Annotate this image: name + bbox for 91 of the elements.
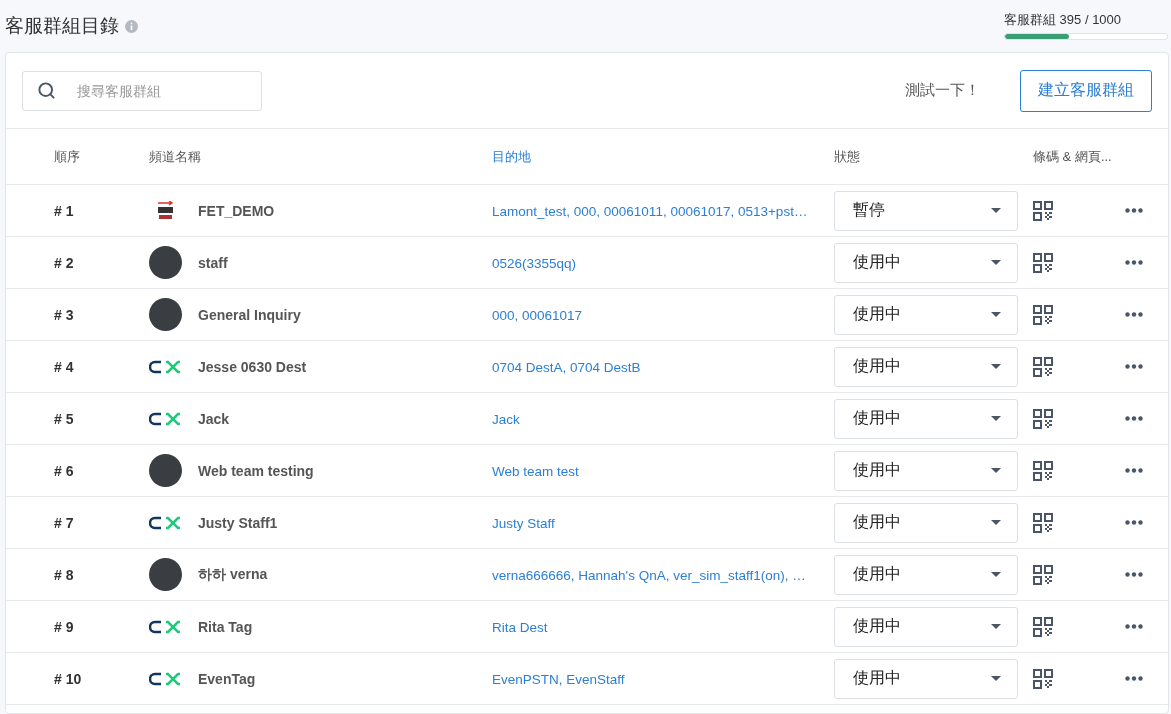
destination-link[interactable]: EvenPSTN, EvenStaff	[492, 671, 625, 687]
test-link[interactable]: 測試一下！	[905, 81, 980, 100]
order-number: # 7	[54, 514, 75, 531]
more-button[interactable]	[1125, 208, 1143, 213]
caret-icon	[991, 416, 1001, 421]
destination-link[interactable]: Justy Staff	[492, 515, 555, 531]
status-dropdown[interactable]: 使用中	[834, 554, 1018, 595]
order-number: # 9	[54, 618, 75, 635]
channel-name: Jesse 0630 Dest	[198, 358, 307, 375]
qr-code-button[interactable]	[1033, 512, 1053, 533]
caret-icon	[991, 260, 1001, 265]
order-number: # 4	[54, 358, 75, 375]
destination-link[interactable]: Web team test	[492, 463, 579, 479]
destination-link[interactable]: Jack	[492, 411, 520, 427]
channel-name: staff	[198, 254, 228, 271]
column-header[interactable]: 順序	[54, 147, 149, 166]
photo-placeholder	[149, 246, 182, 279]
destination-link[interactable]: Lamont_test, 000, 00061011, 00061017, 0513+pst…	[492, 203, 808, 219]
more-button[interactable]	[1125, 416, 1143, 421]
order-number: # 10	[54, 670, 83, 687]
qr-code-button[interactable]	[1033, 200, 1053, 221]
column-header[interactable]: 頻道名稱	[149, 147, 492, 166]
destination-link[interactable]: Rita Dest	[492, 619, 548, 635]
create-button[interactable]: 建立客服群組	[1020, 69, 1152, 112]
channel-name: General Inquiry	[198, 306, 301, 323]
qr-code-button[interactable]	[1033, 564, 1053, 585]
more-button[interactable]	[1125, 364, 1143, 369]
logo-icon	[149, 359, 182, 374]
channel-name: 하하 verna	[198, 565, 268, 584]
order-number: # 6	[54, 462, 75, 479]
logo-icon	[149, 515, 182, 530]
qr-code-button[interactable]	[1033, 252, 1053, 273]
column-header[interactable]: 條碼 & 網頁...	[1033, 147, 1125, 166]
caret-icon	[991, 208, 1001, 213]
qr-code-button[interactable]	[1033, 408, 1053, 429]
search-icon	[37, 80, 56, 100]
search-field[interactable]: 搜尋客服群組	[22, 70, 262, 111]
status-dropdown[interactable]: 使用中	[834, 450, 1018, 491]
more-button[interactable]	[1125, 572, 1143, 577]
qr-code-button[interactable]	[1033, 304, 1053, 325]
more-button[interactable]	[1125, 468, 1143, 473]
status-dropdown[interactable]: 使用中	[834, 398, 1018, 439]
photo-placeholder	[149, 454, 182, 487]
photo-placeholder	[149, 558, 182, 591]
order-number: # 5	[54, 410, 75, 427]
status-dropdown[interactable]: 使用中	[834, 502, 1018, 543]
status-dropdown[interactable]: 使用中	[834, 294, 1018, 335]
channel-name: Justy Staff1	[198, 514, 278, 531]
destination-link[interactable]: 0704 DestA, 0704 DestB	[492, 359, 641, 375]
caret-icon	[991, 624, 1001, 629]
column-header[interactable]: 狀態	[834, 147, 1033, 166]
more-button[interactable]	[1125, 676, 1143, 681]
logo-icon	[149, 411, 182, 426]
status-dropdown[interactable]: 使用中	[834, 346, 1018, 387]
page-title: 客服群組目錄	[5, 14, 119, 38]
qr-code-button[interactable]	[1033, 616, 1053, 637]
destination-link[interactable]: verna666666, Hannah's QnA, ver_sim_staff1(on), …	[492, 567, 806, 583]
logo-icon	[149, 671, 182, 686]
more-button[interactable]	[1125, 312, 1143, 317]
order-number: # 3	[54, 306, 75, 323]
more-button[interactable]	[1125, 520, 1143, 525]
caret-icon	[991, 364, 1001, 369]
quota-label: 客服群組 395 / 1000	[1004, 11, 1123, 29]
status-dropdown[interactable]: 暫停	[834, 190, 1018, 231]
photo-placeholder	[149, 298, 182, 331]
channel-name: Jack	[198, 410, 230, 427]
order-number: # 2	[54, 254, 75, 271]
destination-link[interactable]: 0526(3355qq)	[492, 255, 577, 271]
caret-icon	[991, 468, 1001, 473]
caret-icon	[991, 572, 1001, 577]
order-number: # 1	[54, 202, 75, 219]
qr-code-button[interactable]	[1033, 668, 1053, 689]
info-icon	[125, 19, 138, 33]
more-button[interactable]	[1125, 260, 1143, 265]
status-dropdown[interactable]: 使用中	[834, 658, 1018, 699]
qr-code-button[interactable]	[1033, 460, 1053, 481]
channel-name: Web team testing	[198, 462, 314, 479]
status-dropdown[interactable]: 使用中	[834, 242, 1018, 283]
channel-name: EvenTag	[198, 670, 256, 687]
destination-link[interactable]: 000, 00061017	[492, 307, 583, 323]
status-dropdown[interactable]: 使用中	[834, 606, 1018, 647]
caret-icon	[991, 676, 1001, 681]
logo-icon	[149, 619, 182, 634]
caret-icon	[991, 312, 1001, 317]
channel-name: Rita Tag	[198, 618, 253, 635]
caret-icon	[991, 520, 1001, 525]
more-button[interactable]	[1125, 624, 1143, 629]
column-header[interactable]: 目的地	[492, 147, 834, 166]
qr-code-button[interactable]	[1033, 356, 1053, 377]
channel-name: FET_DEMO	[198, 202, 275, 219]
order-number: # 8	[54, 566, 75, 583]
